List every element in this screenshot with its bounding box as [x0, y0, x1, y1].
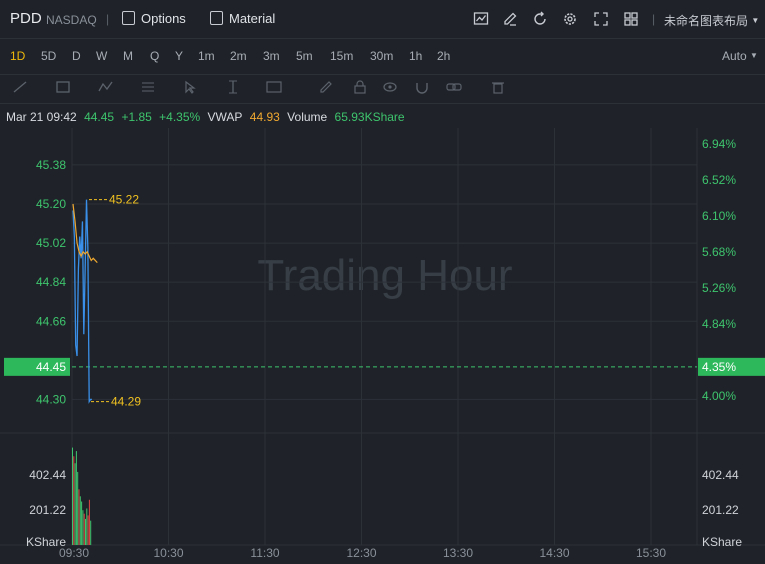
x-tick-label: 12:30	[346, 546, 376, 560]
volume-bar	[86, 508, 88, 545]
pct-tick-label: 6.94%	[702, 137, 736, 151]
volume-bar	[82, 510, 84, 545]
x-tick-label: 13:30	[443, 546, 473, 560]
pct-tick-label: 4.84%	[702, 317, 736, 331]
x-tick-label: 11:30	[250, 546, 279, 560]
x-tick-label: 10:30	[153, 546, 183, 560]
volume-bar	[78, 489, 80, 545]
pct-tick-label: 5.68%	[702, 245, 736, 259]
volume-bar	[74, 463, 76, 545]
volume-bar	[81, 501, 83, 545]
price-tick-label: 44.84	[36, 275, 66, 289]
volume-bar	[73, 456, 75, 545]
volume-tick-label-right: KShare	[702, 535, 742, 549]
pct-tick-label: 6.52%	[702, 173, 736, 187]
volume-tick-label-right: 201.22	[702, 503, 739, 517]
low-label: 44.29	[111, 395, 141, 409]
volume-bar	[75, 451, 77, 545]
price-chart[interactable]: Trading Hour09:30 10:30 11:30 12:30 13:30 14:…	[0, 0, 765, 564]
price-tick-label: 45.38	[36, 158, 66, 172]
pct-tick-label: 5.26%	[702, 281, 736, 295]
volume-bar	[90, 520, 92, 545]
volume-bar	[83, 513, 85, 545]
current-pct-label: 4.35%	[702, 360, 736, 374]
high-label: 45.22	[109, 193, 139, 207]
current-price-label: 44.45	[36, 360, 66, 374]
volume-bar	[79, 496, 81, 545]
vwap-series-line	[72, 203, 98, 264]
pct-tick-label: 4.00%	[702, 389, 736, 403]
volume-bar	[88, 499, 90, 545]
price-tick-label: 45.02	[36, 236, 66, 250]
x-tick-label: 14:30	[539, 546, 569, 560]
volume-bar	[72, 447, 73, 545]
volume-tick-label-right: 402.44	[702, 468, 739, 482]
volume-bar	[87, 515, 89, 545]
chart-watermark: Trading Hour	[257, 251, 512, 300]
volume-bar	[77, 471, 79, 545]
price-tick-label: 44.30	[36, 392, 66, 406]
x-tick-label: 15:30	[636, 546, 666, 560]
volume-tick-label: 402.44	[29, 468, 66, 482]
volume-bar	[85, 518, 86, 545]
pct-tick-label: 6.10%	[702, 209, 736, 223]
price-tick-label: 45.20	[36, 197, 66, 211]
price-tick-label: 44.66	[36, 314, 66, 328]
volume-tick-label: 201.22	[29, 503, 66, 517]
volume-tick-label: KShare	[26, 535, 66, 549]
